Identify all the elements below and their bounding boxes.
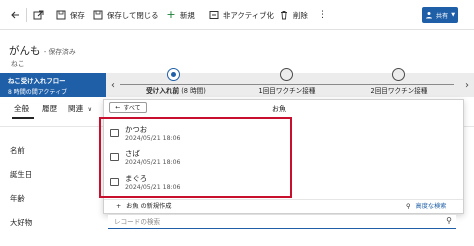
command-bar: 保存 保存して閉じる + 新規 非アクティブ化 削除 ⋮ 共有 ▼ (0, 0, 474, 30)
deactivate-button[interactable]: 非アクティブ化 (209, 8, 274, 22)
new-record-link[interactable]: + お魚 の新規作成 (116, 201, 171, 210)
back-arrow-icon (11, 11, 19, 19)
delete-button[interactable]: 削除 (279, 8, 308, 22)
new-button[interactable]: + 新規 (166, 8, 195, 22)
field-label-name: 名前 (10, 146, 25, 155)
process-duration: 8 時間の間アクティブ (8, 89, 68, 96)
field-label-age: 年齢 (10, 194, 25, 203)
delete-label: 削除 (293, 10, 308, 20)
dropdown-footer-divider (104, 199, 463, 200)
record-name: がんも (9, 45, 41, 57)
lookup-entity-header: お魚 (272, 105, 286, 113)
save-button[interactable]: 保存 (56, 8, 85, 22)
back-to-all-button[interactable]: ← すべて (109, 102, 147, 113)
highlight-box (99, 117, 292, 198)
trash-icon (281, 11, 287, 20)
popout-icon (33, 10, 44, 20)
entity-name: ねこ (11, 60, 25, 68)
lookup-field: ⚲ (108, 215, 456, 229)
back-arrow-icon: ← (115, 104, 121, 111)
tab-related-label: 関連 (68, 104, 84, 113)
tab-history[interactable]: 履歴 (42, 103, 57, 114)
share-label: 共有 (435, 12, 449, 20)
stage-2-label: 1回目ワクチン接種 (258, 87, 316, 95)
more-commands-button[interactable]: ⋮ (318, 8, 328, 22)
stage-3-marker[interactable] (392, 68, 405, 81)
stage-active-circle (167, 68, 180, 81)
save-and-close-button[interactable]: 保存して閉じる (93, 8, 159, 22)
popout-button[interactable] (33, 8, 44, 22)
share-icon (425, 12, 432, 19)
plus-icon: + (116, 203, 122, 210)
stage-3-label: 2回目ワクチン接種 (370, 87, 428, 95)
chevron-down-icon: ∨ (87, 106, 93, 113)
save-label: 保存 (70, 10, 85, 20)
save-close-icon (93, 10, 103, 20)
stage-1-label: 受け入れ前 (8 時間) (146, 87, 206, 95)
stage-circle (280, 68, 293, 81)
new-label: 新規 (180, 10, 195, 20)
back-to-all-label: すべて (123, 105, 141, 112)
stage-2-marker[interactable] (280, 68, 293, 81)
share-button[interactable]: 共有 ▼ (422, 7, 458, 23)
active-tab-indicator (12, 117, 34, 119)
stage-1-marker[interactable] (167, 68, 180, 81)
deactivate-label: 非アクティブ化 (223, 10, 274, 20)
save-icon (56, 10, 66, 20)
active-process-stage[interactable]: ねこ受け入れフロー 8 時間の間アクティブ (0, 73, 106, 97)
record-title: がんも - 保存済み (9, 43, 76, 58)
lookup-search-input[interactable] (114, 216, 434, 228)
search-icon: ⚲ (406, 203, 411, 210)
toolbar-divider (26, 8, 27, 22)
new-record-label: お魚 の新規作成 (126, 203, 172, 210)
deactivate-icon (209, 11, 219, 19)
chevron-down-icon: ▼ (451, 12, 456, 18)
advanced-search-label: 高度な検索 (415, 203, 447, 210)
tab-general[interactable]: 全般 (14, 103, 29, 114)
tab-related[interactable]: 関連 ∨ (68, 103, 92, 114)
more-icon: ⋮ (318, 10, 328, 20)
chevron-left-icon[interactable]: ‹ (108, 73, 118, 97)
stage-circle (392, 68, 405, 81)
chevron-right-icon[interactable]: › (462, 73, 472, 97)
plus-icon: + (166, 8, 176, 21)
back-button[interactable] (10, 8, 20, 22)
process-name: ねこ受け入れフロー (8, 77, 66, 85)
advanced-search-link[interactable]: ⚲ 高度な検索 (406, 201, 446, 210)
save-close-label: 保存して閉じる (107, 10, 159, 20)
search-icon[interactable]: ⚲ (446, 216, 452, 225)
field-label-favorite-food: 大好物 (10, 218, 33, 227)
field-label-birthday: 誕生日 (10, 170, 33, 179)
saved-status: - 保存済み (43, 48, 76, 56)
